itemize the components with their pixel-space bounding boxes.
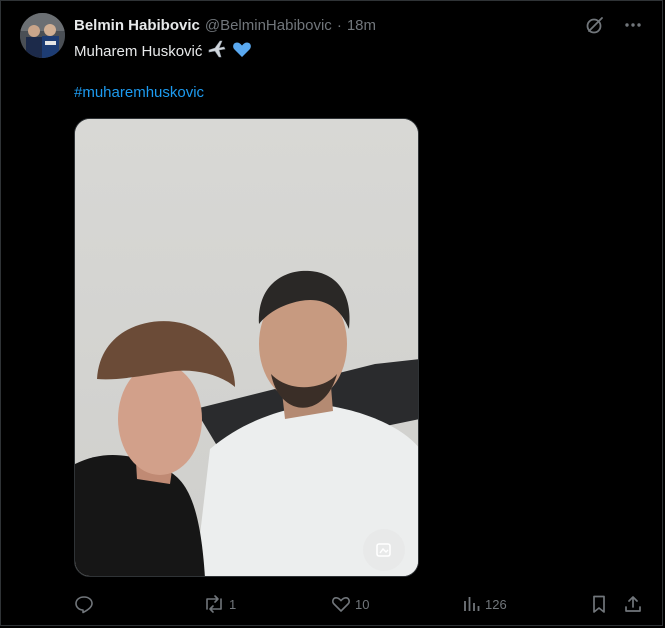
- bookmark-icon: [593, 595, 605, 613]
- tweet-text: Muharem Husković: [74, 39, 252, 65]
- separator-dot: ·: [336, 16, 342, 34]
- share-icon: [625, 596, 641, 612]
- author-avatar[interactable]: [20, 13, 65, 58]
- author-handle[interactable]: @BelminHabibovic: [205, 17, 332, 34]
- like-button[interactable]: 10: [331, 594, 369, 614]
- reply-button[interactable]: [74, 594, 98, 614]
- tweet-text-content: Muharem Husković: [74, 43, 203, 60]
- like-count: 10: [355, 596, 370, 612]
- tweet-header: Belmin Habibovic @BelminHabibovic · 18m: [74, 15, 376, 35]
- airplane-emoji-icon: [207, 39, 227, 65]
- share-button[interactable]: [623, 594, 643, 614]
- tweet-photo[interactable]: [74, 118, 419, 577]
- bookmark-button[interactable]: [589, 594, 609, 614]
- reply-icon: [75, 596, 93, 614]
- retweet-count: 1: [229, 596, 237, 612]
- heart-icon: [332, 597, 350, 612]
- media-edit-icon[interactable]: [363, 529, 405, 571]
- tweet-timestamp[interactable]: 18m: [347, 17, 376, 34]
- views-icon: [464, 597, 480, 611]
- tweet-actions-bar: 1 10 126: [74, 592, 644, 616]
- grok-icon[interactable]: [584, 14, 606, 36]
- hashtag-link[interactable]: #muharemhuskovic: [74, 83, 204, 103]
- views-count: 126: [485, 596, 507, 612]
- blue-heart-emoji-icon: [232, 39, 252, 65]
- retweet-icon: [206, 595, 222, 613]
- more-options-icon[interactable]: [622, 14, 644, 36]
- retweet-button[interactable]: 1: [203, 594, 236, 614]
- author-name[interactable]: Belmin Habibovic: [74, 17, 200, 34]
- tweet-top-actions: [584, 14, 644, 36]
- views-button[interactable]: 126: [461, 594, 507, 614]
